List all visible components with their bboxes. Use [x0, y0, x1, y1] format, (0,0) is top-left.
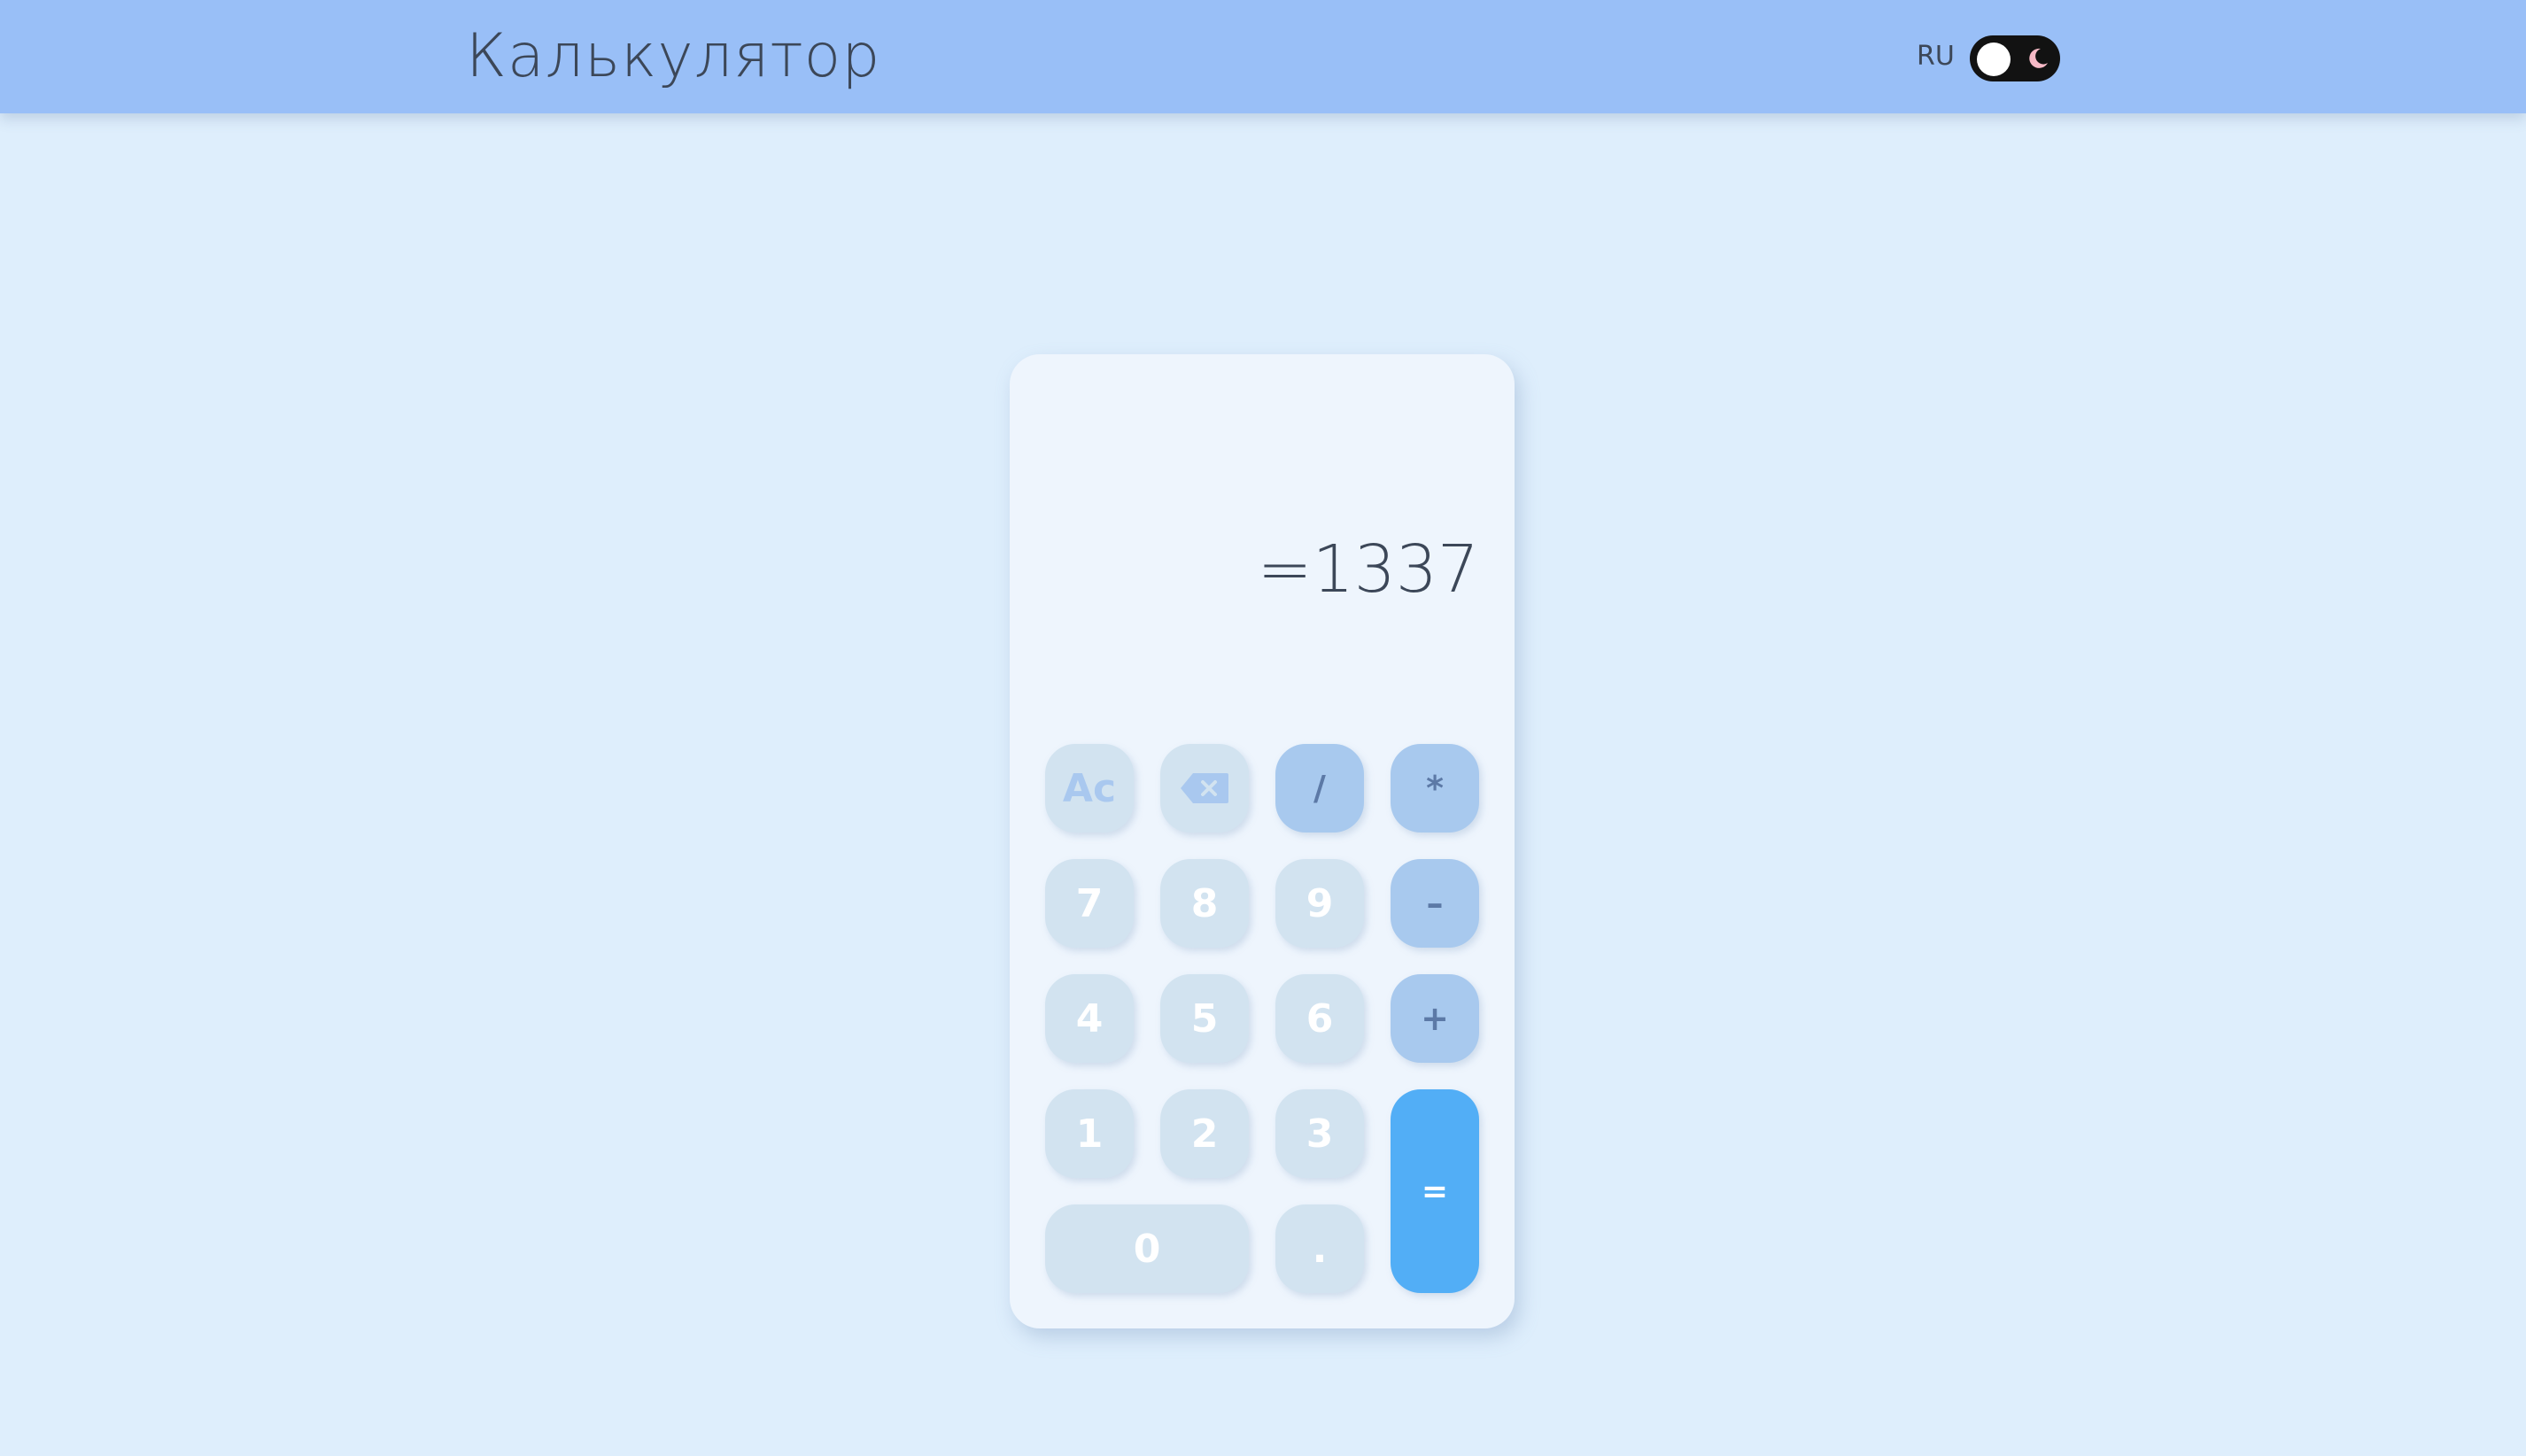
calculator-display: =1337	[1257, 531, 1479, 608]
app-header: Калькулятор RU	[0, 0, 2526, 113]
digit-2-button[interactable]: 2	[1160, 1089, 1249, 1178]
minus-button[interactable]: –	[1391, 859, 1479, 948]
multiply-button[interactable]: *	[1391, 744, 1479, 833]
digit-8-button[interactable]: 8	[1160, 859, 1249, 948]
calculator: =1337 Ac / * 7 8 9 – 4 5 6 + 1 2 3 = 0 .	[1010, 354, 1515, 1328]
digit-6-button[interactable]: 6	[1275, 974, 1364, 1063]
clear-button[interactable]: Ac	[1045, 744, 1134, 833]
digit-1-button[interactable]: 1	[1045, 1089, 1134, 1178]
theme-toggle[interactable]	[1970, 35, 2060, 81]
backspace-button[interactable]	[1160, 744, 1249, 833]
backspace-icon	[1181, 773, 1228, 803]
toggle-knob	[1977, 43, 2011, 76]
digit-4-button[interactable]: 4	[1045, 974, 1134, 1063]
language-switch[interactable]: RU	[1917, 41, 1955, 73]
digit-9-button[interactable]: 9	[1275, 859, 1364, 948]
digit-0-button[interactable]: 0	[1045, 1204, 1249, 1293]
digit-5-button[interactable]: 5	[1160, 974, 1249, 1063]
divide-button[interactable]: /	[1275, 744, 1364, 833]
digit-3-button[interactable]: 3	[1275, 1089, 1364, 1178]
app-title: Калькулятор	[466, 21, 881, 91]
moon-icon	[2029, 48, 2048, 68]
equals-button[interactable]: =	[1391, 1089, 1479, 1293]
decimal-button[interactable]: .	[1275, 1204, 1364, 1293]
plus-button[interactable]: +	[1391, 974, 1479, 1063]
digit-7-button[interactable]: 7	[1045, 859, 1134, 948]
